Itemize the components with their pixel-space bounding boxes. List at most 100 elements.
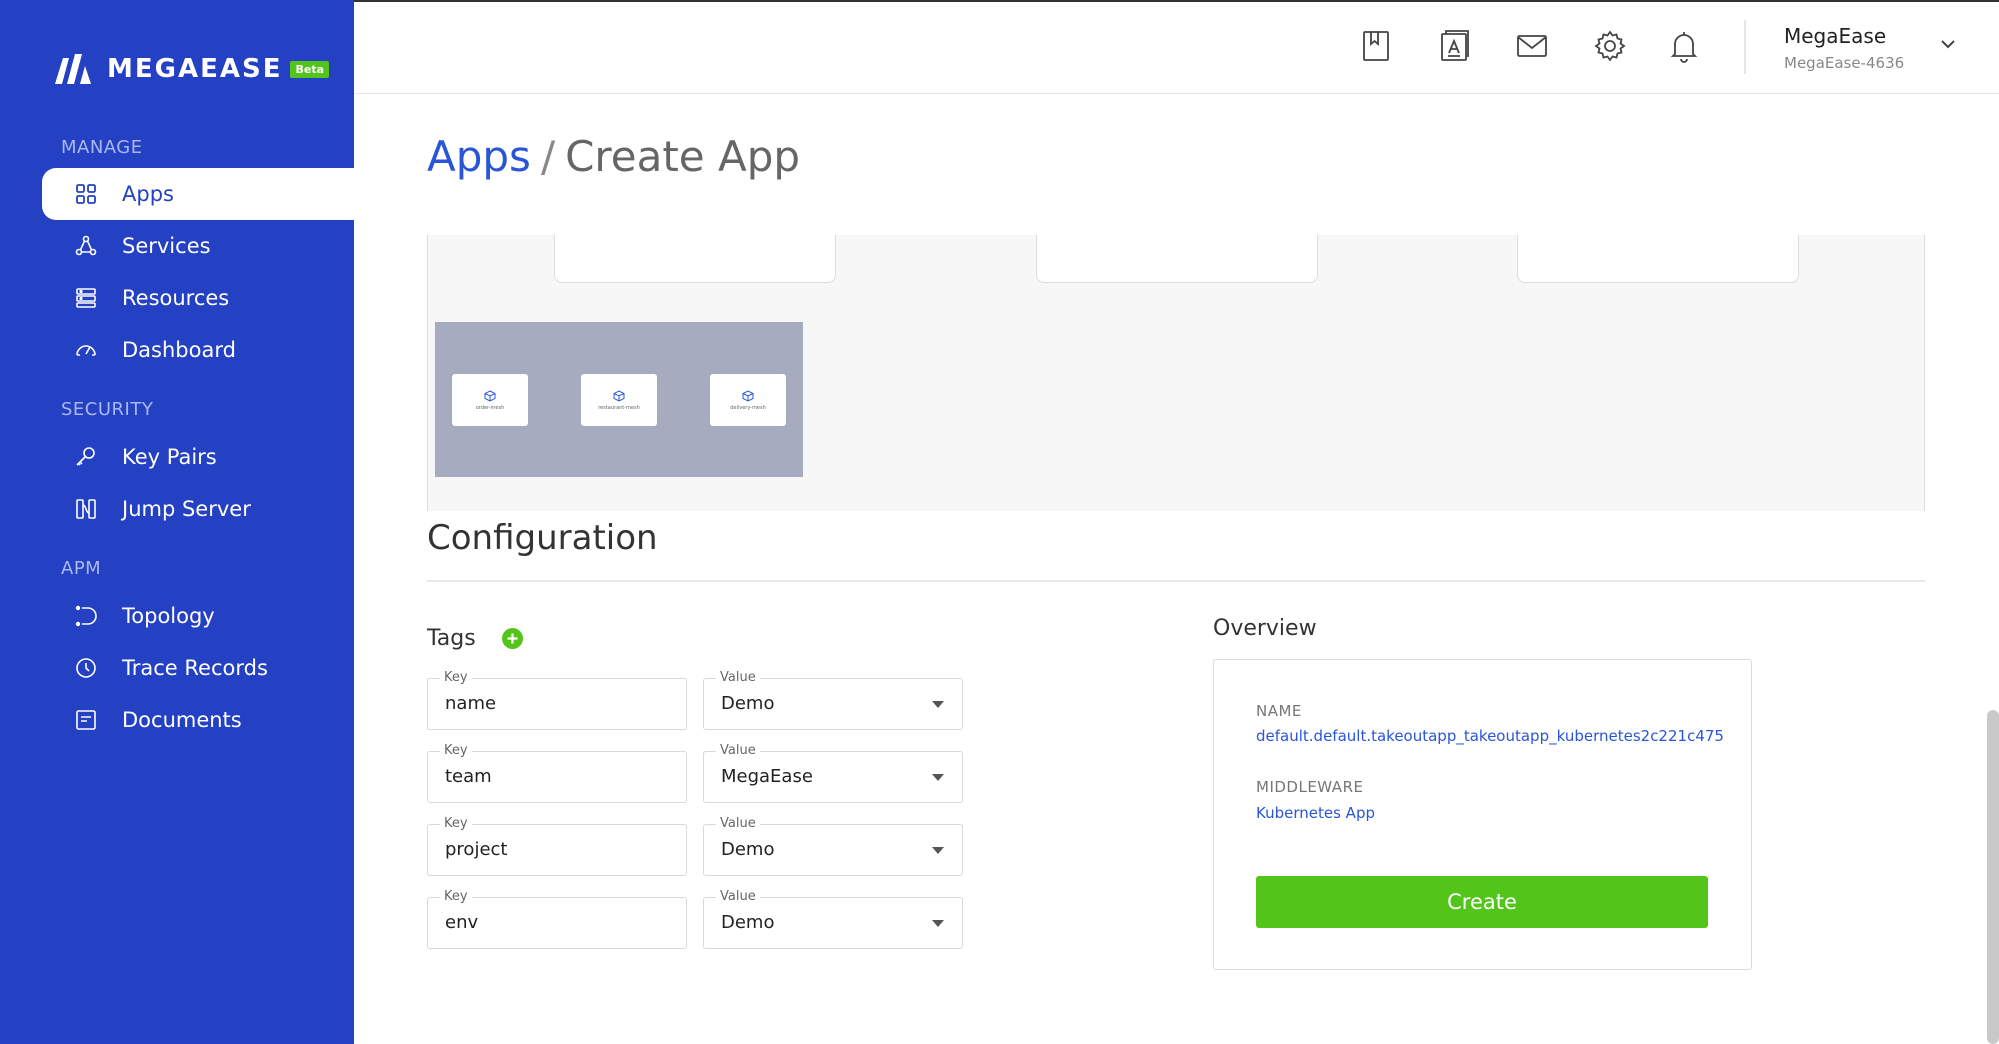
breadcrumb-apps-link[interactable]: Apps <box>427 132 531 181</box>
tag-key-field[interactable]: Key name <box>427 670 687 730</box>
tag-value-value: Demo <box>721 839 775 860</box>
sidebar-item-resources[interactable]: Resources <box>42 272 354 324</box>
mesh-group[interactable]: order-mesh restaurant-mesh delivery-mesh <box>435 322 803 477</box>
cube-icon <box>742 389 754 402</box>
tag-value-value: Demo <box>721 912 775 933</box>
topology-card[interactable] <box>554 235 836 283</box>
field-label: Key <box>440 743 472 758</box>
divider <box>427 580 1925 582</box>
text-document-icon[interactable] <box>1436 28 1472 64</box>
configuration-title: Configuration <box>427 518 658 558</box>
user-name[interactable]: MegaEase <box>1784 24 1886 48</box>
key-icon <box>74 445 98 469</box>
brand-name: MEGAEASE <box>107 54 283 84</box>
tag-key-field[interactable]: Key project <box>427 816 687 876</box>
cube-icon <box>613 389 625 402</box>
sidebar-item-label: Apps <box>122 182 174 206</box>
sidebar-item-label: Dashboard <box>122 338 236 362</box>
top-bar <box>354 0 1999 94</box>
caret-down-icon <box>932 920 944 927</box>
services-icon <box>74 234 98 258</box>
mesh-node[interactable]: delivery-mesh <box>710 374 786 426</box>
caret-down-icon <box>932 774 944 781</box>
megaease-logo-icon <box>55 54 91 84</box>
breadcrumb-current: Create App <box>565 132 801 181</box>
chevron-down-icon[interactable] <box>1938 34 1958 54</box>
sidebar-item-documents[interactable]: Documents <box>42 694 354 746</box>
tag-value-value: Demo <box>721 693 775 714</box>
tag-key-field[interactable]: Key team <box>427 743 687 803</box>
plus-icon <box>507 633 518 644</box>
sidebar-item-label: Documents <box>122 708 242 732</box>
document-icon <box>74 708 98 732</box>
middleware-label: MIDDLEWARE <box>1256 778 1364 796</box>
cube-icon <box>484 389 496 402</box>
topology-card[interactable] <box>1517 235 1799 283</box>
topology-card[interactable] <box>1036 235 1318 283</box>
mesh-node[interactable]: restaurant-mesh <box>581 374 657 426</box>
overview-card: NAME default.default.takeoutapp_takeouta… <box>1213 659 1752 970</box>
sidebar-item-label: Trace Records <box>122 656 268 680</box>
create-button[interactable]: Create <box>1256 876 1708 928</box>
beta-badge: Beta <box>290 60 329 78</box>
tag-value-select[interactable]: Value Demo <box>703 816 963 876</box>
middleware-value[interactable]: Kubernetes App <box>1256 804 1375 822</box>
settings-gear-icon[interactable] <box>1592 28 1628 64</box>
field-label: Value <box>716 816 760 831</box>
tag-value-select[interactable]: Value MegaEase <box>703 743 963 803</box>
bell-icon[interactable] <box>1666 28 1702 64</box>
tag-key-field[interactable]: Key env <box>427 889 687 949</box>
sidebar-item-label: Key Pairs <box>122 445 217 469</box>
tag-key-value: project <box>445 839 508 860</box>
tag-key-value: name <box>445 693 497 714</box>
field-label: Value <box>716 743 760 758</box>
app-name-value[interactable]: default.default.takeoutapp_takeoutapp_ku… <box>1256 727 1724 745</box>
sidebar-item-label: Resources <box>122 286 230 310</box>
field-label: Value <box>716 889 760 904</box>
mesh-node-label: delivery-mesh <box>730 404 766 411</box>
jump-server-icon <box>74 497 98 521</box>
tag-value-value: MegaEase <box>721 766 813 787</box>
overview-title: Overview <box>1213 616 1317 641</box>
caret-down-icon <box>932 847 944 854</box>
topology-icon <box>74 604 98 628</box>
mesh-node-label: order-mesh <box>475 404 505 411</box>
clock-icon <box>74 656 98 680</box>
name-label: NAME <box>1256 702 1302 720</box>
field-label: Value <box>716 670 760 685</box>
logo[interactable]: MEGAEASE Beta <box>55 52 329 86</box>
bookmark-icon[interactable] <box>1358 28 1394 64</box>
field-label: Key <box>440 889 472 904</box>
sidebar: MEGAEASE Beta MANAGE Apps Services Resou… <box>0 0 354 1044</box>
tag-key-value: env <box>445 912 479 933</box>
sidebar-item-topology[interactable]: Topology <box>42 590 354 642</box>
sidebar-item-label: Services <box>122 234 211 258</box>
tag-value-select[interactable]: Value Demo <box>703 670 963 730</box>
tag-key-value: team <box>445 766 492 787</box>
breadcrumb-separator: / <box>540 132 556 181</box>
resources-icon <box>74 286 98 310</box>
mail-icon[interactable] <box>1514 28 1550 64</box>
sidebar-item-key-pairs[interactable]: Key Pairs <box>42 431 354 483</box>
scrollbar[interactable] <box>1987 710 1999 1044</box>
sidebar-item-jump-server[interactable]: Jump Server <box>42 483 354 535</box>
sidebar-item-dashboard[interactable]: Dashboard <box>42 324 354 376</box>
header-divider <box>1744 20 1746 74</box>
sidebar-item-label: Jump Server <box>122 497 251 521</box>
field-label: Key <box>440 670 472 685</box>
topology-preview[interactable]: order-mesh restaurant-mesh delivery-mesh <box>427 235 1925 511</box>
field-label: Key <box>440 816 472 831</box>
tag-value-select[interactable]: Value Demo <box>703 889 963 949</box>
sidebar-item-trace-records[interactable]: Trace Records <box>42 642 354 694</box>
mesh-node-label: restaurant-mesh <box>598 404 640 411</box>
dashboard-gauge-icon <box>74 338 98 362</box>
mesh-node[interactable]: order-mesh <box>452 374 528 426</box>
add-tag-button[interactable] <box>502 628 523 649</box>
sidebar-item-apps[interactable]: Apps <box>42 168 354 220</box>
breadcrumb: Apps / Create App <box>427 132 800 181</box>
section-label-security: SECURITY <box>61 399 154 420</box>
section-label-manage: MANAGE <box>61 137 143 158</box>
caret-down-icon <box>932 701 944 708</box>
sidebar-item-services[interactable]: Services <box>42 220 354 272</box>
tags-title: Tags <box>427 626 476 651</box>
